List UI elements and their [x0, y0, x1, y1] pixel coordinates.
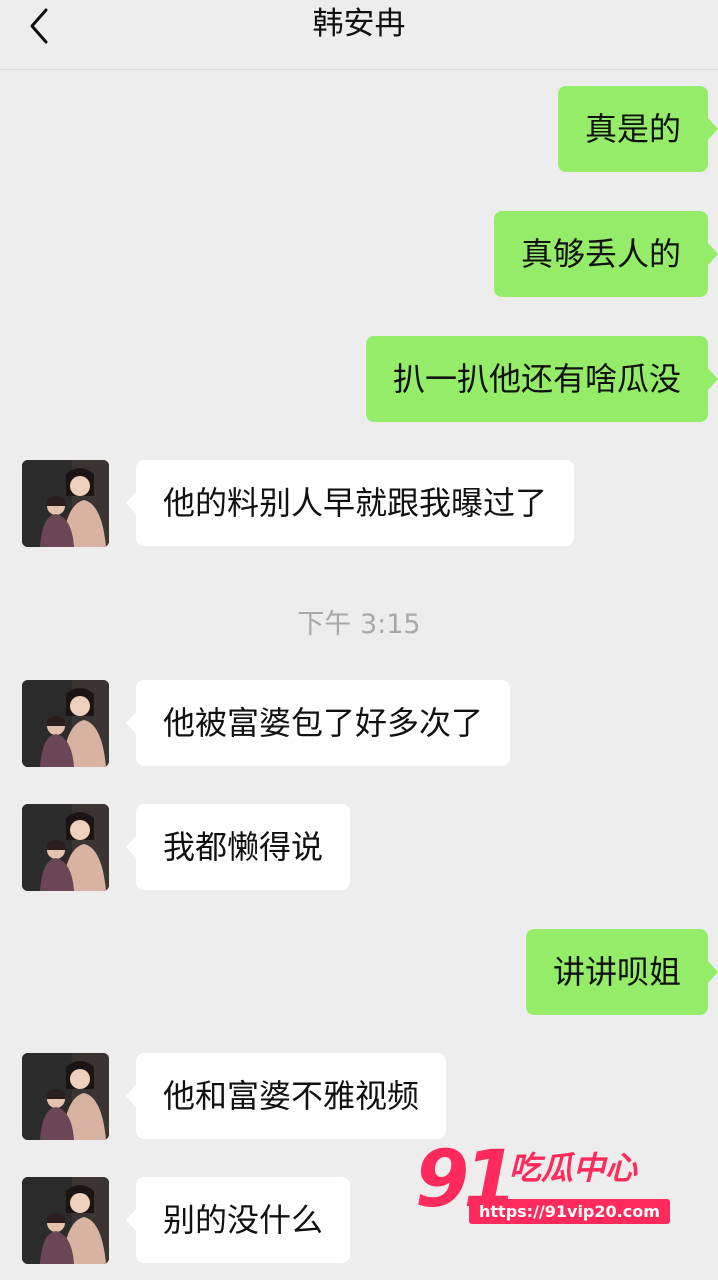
sent-message-bubble[interactable]: 讲讲呗姐 [525, 929, 718, 1015]
contact-avatar[interactable] [22, 680, 109, 767]
watermark-url: https://91vip20.com [469, 1199, 670, 1224]
message-list[interactable]: 真是的 真够丢人的 扒一扒他还有啥瓜没 他的料别人早就跟我曝过了 下午 3:15 [0, 70, 718, 1280]
received-message-bubble[interactable]: 我都懒得说 [125, 804, 351, 890]
sent-message-bubble[interactable]: 扒一扒他还有啥瓜没 [365, 336, 718, 422]
contact-avatar[interactable] [22, 1053, 109, 1140]
sent-message-bubble[interactable]: 真是的 [557, 86, 718, 172]
contact-avatar[interactable] [22, 804, 109, 891]
chat-title: 韩安冉 [312, 6, 406, 42]
avatar-image [22, 1177, 109, 1264]
avatar-image [22, 804, 109, 891]
watermark-logo: 91 吃瓜中心 https://91vip20.com [415, 1135, 670, 1235]
message-timestamp: 下午 3:15 [297, 609, 421, 640]
received-message-bubble[interactable]: 他的料别人早就跟我曝过了 [125, 460, 575, 546]
avatar-image [22, 460, 109, 547]
received-message-bubble[interactable]: 他被富婆包了好多次了 [125, 680, 511, 766]
avatar-image [22, 680, 109, 767]
received-message-bubble[interactable]: 他和富婆不雅视频 [125, 1053, 447, 1139]
contact-avatar[interactable] [22, 1177, 109, 1264]
contact-avatar[interactable] [22, 460, 109, 547]
received-message-bubble[interactable]: 别的没什么 [125, 1177, 351, 1263]
sent-message-bubble[interactable]: 真够丢人的 [493, 211, 718, 297]
chat-header: 韩安冉 [0, 0, 718, 70]
avatar-image [22, 1053, 109, 1140]
watermark-name: 吃瓜中心 [509, 1149, 638, 1187]
